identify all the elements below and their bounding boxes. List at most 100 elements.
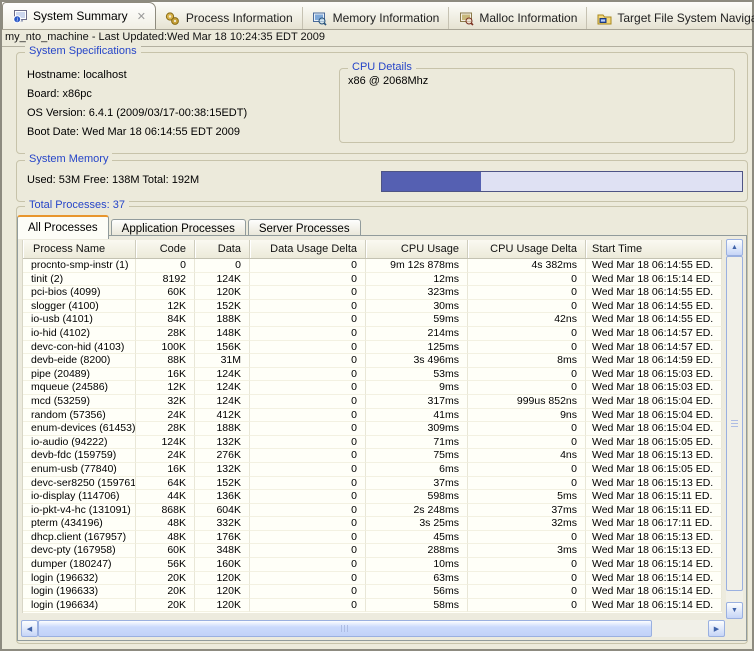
table-cell: 60K — [136, 286, 195, 300]
column-header-cpu-usage[interactable]: CPU Usage — [366, 240, 468, 258]
table-row[interactable]: devc-ser8250 (159761)64K152K037ms0Wed Ma… — [23, 477, 722, 491]
table-cell: Wed Mar 18 06:15:04 ED. — [586, 409, 722, 423]
table-cell: tinit (2) — [23, 273, 136, 287]
table-row[interactable]: login (196633)20K120K056ms0Wed Mar 18 06… — [23, 585, 722, 599]
table-cell: 45ms — [366, 531, 468, 545]
table-cell: slogger (4100) — [23, 300, 136, 314]
table-row[interactable]: tinit (2)8192124K012ms0Wed Mar 18 06:15:… — [23, 273, 722, 287]
table-cell: 0 — [468, 572, 586, 586]
table-cell: 0 — [250, 273, 366, 287]
close-icon[interactable]: ✕ — [137, 10, 146, 23]
process-table-body: procnto-smp-instr (1)0009m 12s 878ms4s 3… — [23, 259, 722, 612]
spec-os-version: OS Version: 6.4.1 (2009/03/17-00:38:15ED… — [27, 104, 247, 123]
table-cell: enum-usb (77840) — [23, 463, 136, 477]
table-cell: 20K — [136, 572, 195, 586]
tab-target-file-system-navigator[interactable]: Target File System Navigator — [587, 7, 754, 29]
table-cell: 3s 496ms — [366, 354, 468, 368]
table-row[interactable]: random (57356)24K412K041ms9nsWed Mar 18 … — [23, 409, 722, 423]
table-cell: 309ms — [366, 422, 468, 436]
table-cell: 53ms — [366, 368, 468, 382]
table-row[interactable]: enum-devices (61453)28K188K0309ms0Wed Ma… — [23, 422, 722, 436]
table-row[interactable]: devc-con-hid (4103)100K156K0125ms0Wed Ma… — [23, 341, 722, 355]
table-cell: 8192 — [136, 273, 195, 287]
column-header-data-usage-delta[interactable]: Data Usage Delta — [250, 240, 366, 258]
column-header-code[interactable]: Code — [136, 240, 195, 258]
table-cell: 9ns — [468, 409, 586, 423]
table-row[interactable]: enum-usb (77840)16K132K06ms0Wed Mar 18 0… — [23, 463, 722, 477]
scroll-left-icon[interactable]: ◀ — [21, 620, 38, 637]
table-row[interactable]: procnto-smp-instr (1)0009m 12s 878ms4s 3… — [23, 259, 722, 273]
table-row[interactable]: io-audio (94222)124K132K071ms0Wed Mar 18… — [23, 436, 722, 450]
table-row[interactable]: devb-eide (8200)88K31M03s 496ms8msWed Ma… — [23, 354, 722, 368]
table-cell: 0 — [250, 490, 366, 504]
table-cell: 120K — [195, 572, 250, 586]
table-cell: 71ms — [366, 436, 468, 450]
scroll-right-icon[interactable]: ▶ — [708, 620, 725, 637]
table-row[interactable]: io-usb (4101)84K188K059ms42nsWed Mar 18 … — [23, 313, 722, 327]
table-cell: 0 — [250, 422, 366, 436]
table-row[interactable]: devb-fdc (159759)24K276K075ms4nsWed Mar … — [23, 449, 722, 463]
spec-boot-date: Boot Date: Wed Mar 18 06:14:55 EDT 2009 — [27, 123, 247, 142]
column-header-process-name[interactable]: Process Name — [23, 240, 136, 258]
table-cell: Wed Mar 18 06:14:55 ED. — [586, 313, 722, 327]
table-cell: 124K — [195, 381, 250, 395]
column-header-data[interactable]: Data — [195, 240, 250, 258]
table-row[interactable]: login (196634)20K120K058ms0Wed Mar 18 06… — [23, 599, 722, 613]
table-cell: Wed Mar 18 06:15:05 ED. — [586, 463, 722, 477]
table-cell: Wed Mar 18 06:15:11 ED. — [586, 504, 722, 518]
vertical-scroll-thumb[interactable] — [726, 256, 743, 591]
table-cell: 12K — [136, 300, 195, 314]
table-row[interactable]: mqueue (24586)12K124K09ms0Wed Mar 18 06:… — [23, 381, 722, 395]
memory-bar-fill — [382, 172, 481, 191]
table-cell: 32ms — [468, 517, 586, 531]
table-cell: 5ms — [468, 490, 586, 504]
scroll-down-icon[interactable]: ▼ — [726, 602, 743, 619]
table-row[interactable]: dhcp.client (167957)48K176K045ms0Wed Mar… — [23, 531, 722, 545]
table-cell: 75ms — [366, 449, 468, 463]
system-specifications-group: System Specifications Hostname: localhos… — [16, 52, 748, 154]
table-cell: 0 — [468, 558, 586, 572]
table-cell: Wed Mar 18 06:15:13 ED. — [586, 544, 722, 558]
table-cell: 31M — [195, 354, 250, 368]
table-cell: 24K — [136, 449, 195, 463]
table-cell: 348K — [195, 544, 250, 558]
table-row[interactable]: slogger (4100)12K152K030ms0Wed Mar 18 06… — [23, 300, 722, 314]
horizontal-scroll-thumb[interactable] — [38, 620, 652, 637]
table-cell: 0 — [468, 422, 586, 436]
table-row[interactable]: io-pkt-v4-hc (131091)868K604K02s 248ms37… — [23, 504, 722, 518]
table-cell: 0 — [250, 544, 366, 558]
tab-process-information[interactable]: Process Information — [156, 7, 303, 29]
table-cell: pterm (434196) — [23, 517, 136, 531]
column-header-start-time[interactable]: Start Time — [586, 240, 722, 258]
tab-system-summary[interactable]: i System Summary ✕ — [2, 2, 156, 29]
table-cell: 0 — [468, 368, 586, 382]
tab-label: Application Processes — [122, 223, 235, 235]
table-row[interactable]: devc-pty (167958)60K348K0288ms3msWed Mar… — [23, 544, 722, 558]
system-summary-view: i System Summary ✕ Process Information — [0, 0, 754, 651]
table-cell: 0 — [468, 273, 586, 287]
table-cell: 214ms — [366, 327, 468, 341]
table-cell: 60K — [136, 544, 195, 558]
table-row[interactable]: login (196632)20K120K063ms0Wed Mar 18 06… — [23, 572, 722, 586]
table-cell: 0 — [468, 531, 586, 545]
tab-all-processes[interactable]: All Processes — [17, 215, 109, 239]
table-row[interactable]: mcd (53259)32K124K0317ms999us 852nsWed M… — [23, 395, 722, 409]
column-header-cpu-usage-delta[interactable]: CPU Usage Delta — [468, 240, 586, 258]
horizontal-scrollbar[interactable]: ◀ ▶ — [21, 620, 725, 637]
tab-memory-information[interactable]: Memory Information — [303, 7, 450, 29]
tab-malloc-information[interactable]: Malloc Information — [449, 7, 587, 29]
table-row[interactable]: io-display (114706)44K136K0598ms5msWed M… — [23, 490, 722, 504]
table-cell: Wed Mar 18 06:17:11 ED. — [586, 517, 722, 531]
table-row[interactable]: io-hid (4102)28K148K0214ms0Wed Mar 18 06… — [23, 327, 722, 341]
table-cell: 868K — [136, 504, 195, 518]
table-cell: 0 — [136, 259, 195, 273]
table-row[interactable]: pci-bios (4099)60K120K0323ms0Wed Mar 18 … — [23, 286, 722, 300]
malloc-info-icon — [458, 11, 474, 26]
table-cell: 0 — [250, 585, 366, 599]
scroll-up-icon[interactable]: ▲ — [726, 239, 743, 256]
table-row[interactable]: pipe (20489)16K124K053ms0Wed Mar 18 06:1… — [23, 368, 722, 382]
vertical-scrollbar[interactable]: ▲ ▼ — [726, 239, 743, 619]
table-row[interactable]: dumper (180247)56K160K010ms0Wed Mar 18 0… — [23, 558, 722, 572]
table-cell: 0 — [468, 599, 586, 613]
table-row[interactable]: pterm (434196)48K332K03s 25ms32msWed Mar… — [23, 517, 722, 531]
